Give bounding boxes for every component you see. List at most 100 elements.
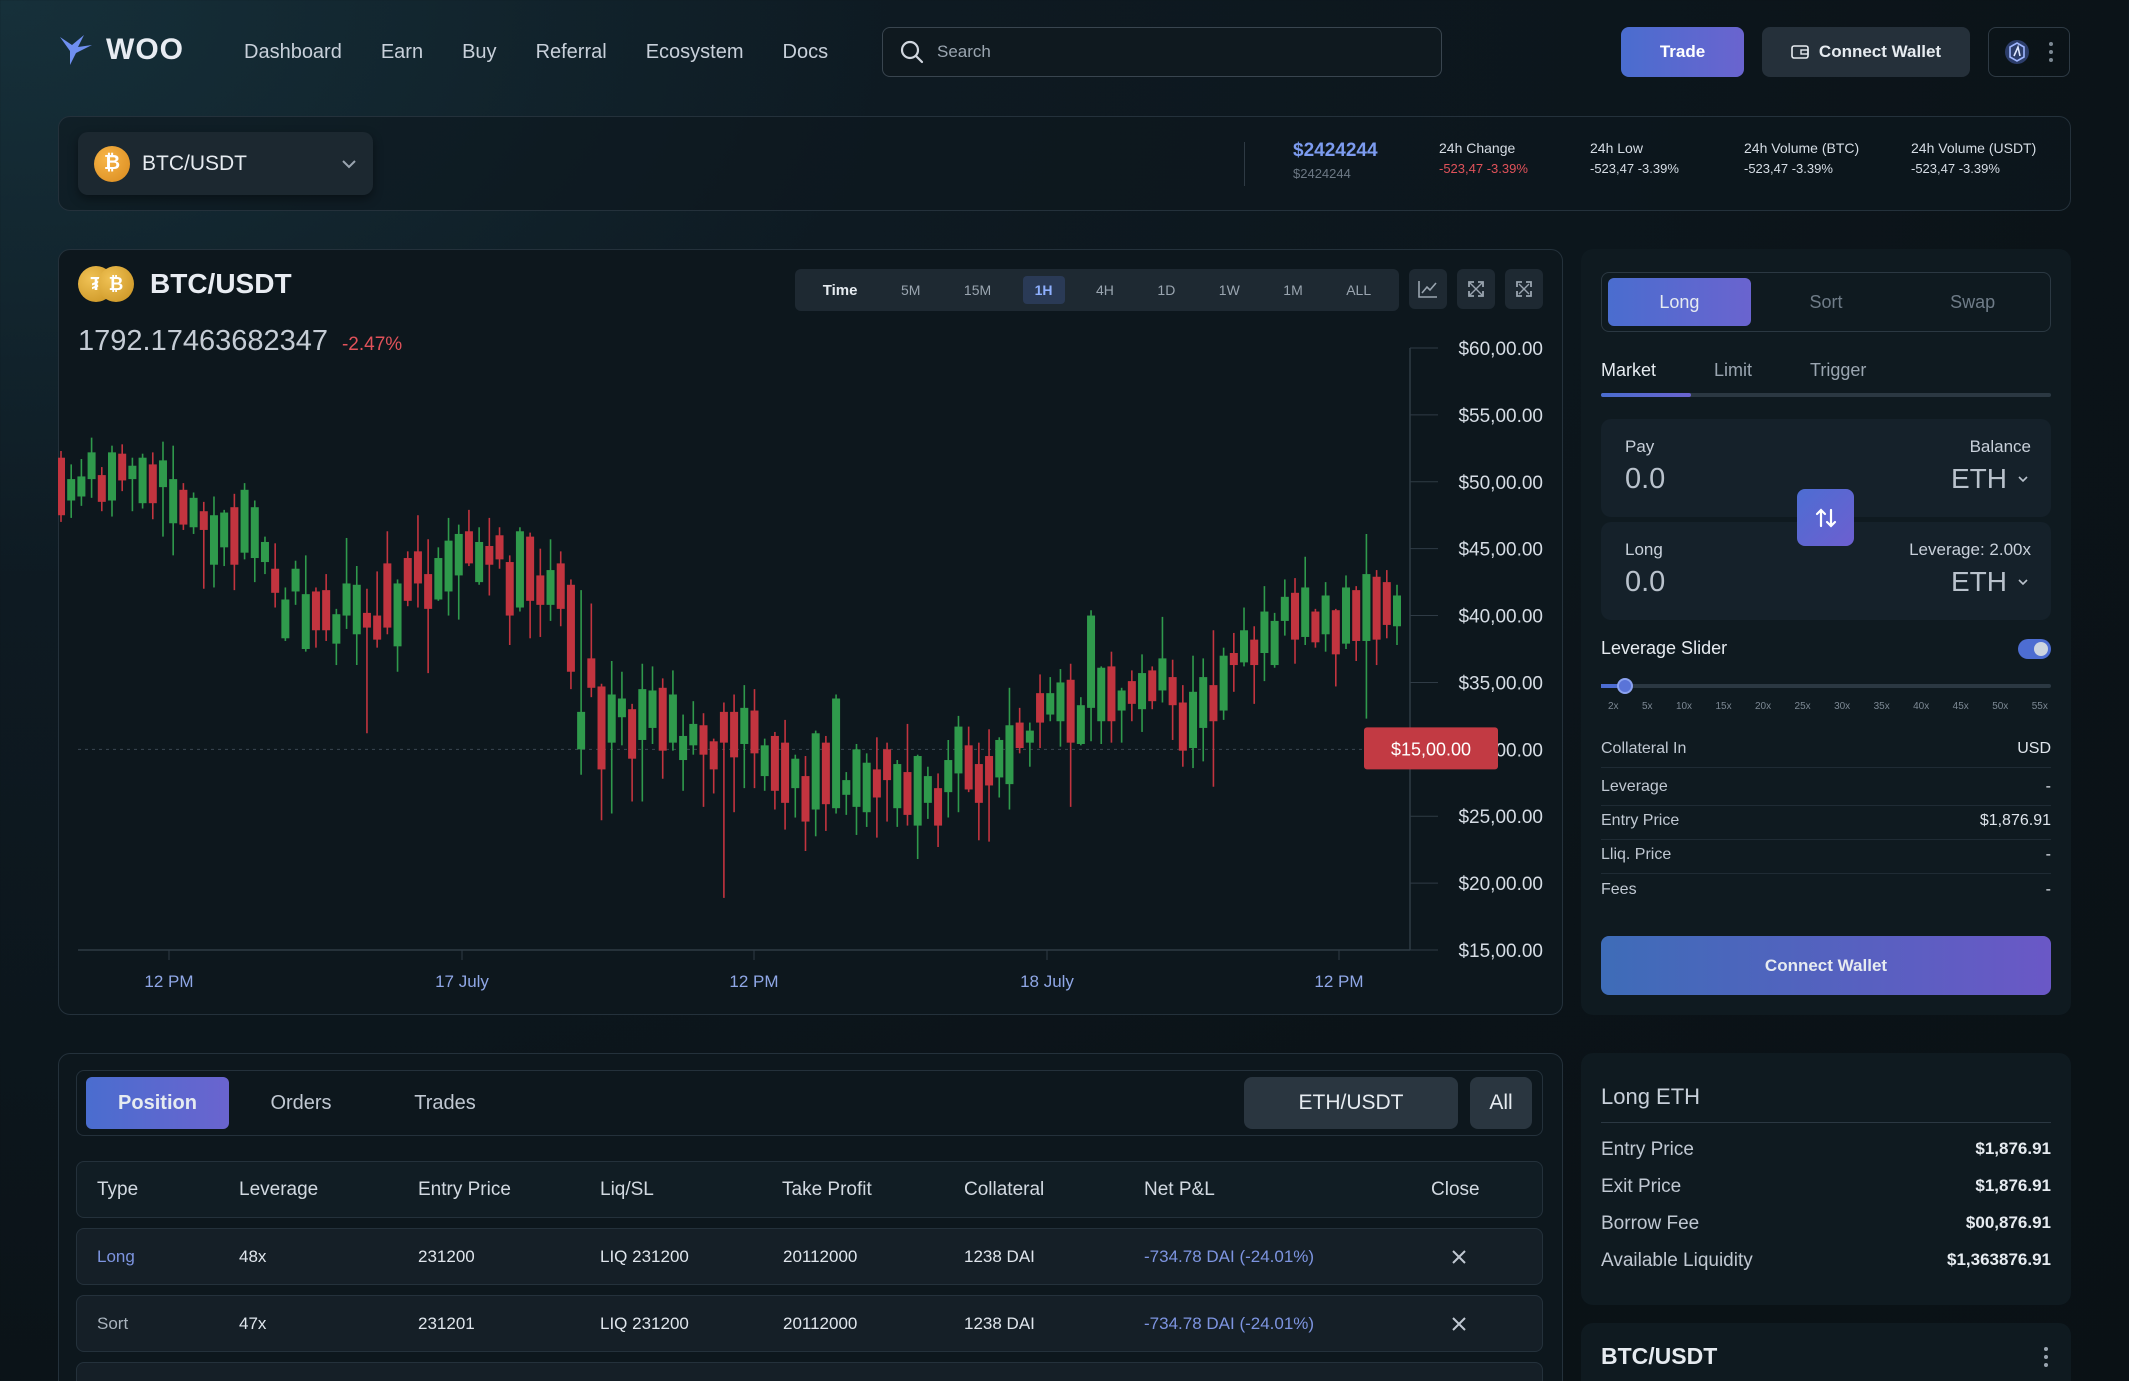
candle [1178, 685, 1187, 767]
tab-limit[interactable]: Limit [1714, 360, 1752, 381]
candle [362, 588, 371, 734]
candle [1148, 666, 1157, 710]
leverage-tick: 20x [1755, 701, 1772, 712]
nav-dashboard[interactable]: Dashboard [244, 38, 342, 66]
stat-24h-low: 24h Low -523,47 -3.39% [1590, 140, 1679, 176]
pay-amount-input[interactable]: 0.0 [1625, 463, 1665, 496]
timeframe-1h[interactable]: 1H [1022, 276, 1065, 304]
timeframe-1d[interactable]: 1D [1145, 276, 1187, 304]
info-fees: Fees - [1601, 881, 2051, 908]
chart-pair-label: BTC/USDT [150, 268, 292, 299]
timeframe-selector: Time 5M 15M 1H 4H 1D 1W 1M ALL [795, 269, 1399, 311]
connect-wallet-label: Connect Wallet [1818, 42, 1942, 61]
timeframe-1m[interactable]: 1M [1271, 276, 1314, 304]
info-leverage: Leverage - [1601, 778, 2051, 806]
tab-trades[interactable]: Trades [388, 1077, 502, 1129]
col-close: Close [1431, 1178, 1480, 1200]
candle [169, 445, 178, 556]
divider [1601, 1122, 2051, 1123]
side-swap-tab[interactable]: Swap [1901, 278, 2044, 326]
pair-selector[interactable]: ₿ BTC/USDT [78, 132, 373, 195]
leverage-slider-handle[interactable] [1617, 678, 1633, 694]
candle [648, 666, 657, 744]
chevron-down-icon [2018, 476, 2028, 483]
y-tick-label: $45,00.00 [1458, 540, 1543, 561]
candle [1199, 658, 1208, 762]
expand-button[interactable] [1457, 269, 1495, 309]
stat-label: 24h Low [1590, 140, 1643, 156]
close-position-button[interactable] [1451, 1296, 1467, 1351]
candle [67, 464, 76, 518]
info-collateral-in: Collateral In USD [1601, 740, 2051, 768]
long-amount-input[interactable]: 0.0 [1625, 566, 1665, 599]
pay-token-select[interactable]: ETH [1951, 463, 2029, 495]
trade-button[interactable]: Trade [1621, 27, 1744, 77]
candle [393, 579, 402, 672]
info-value: $1,876.91 [1979, 812, 2051, 829]
chart-type-button[interactable] [1409, 269, 1447, 309]
app-name: WOO [106, 33, 184, 66]
nav-referral[interactable]: Referral [536, 38, 607, 66]
leverage-slider[interactable] [1601, 678, 2051, 694]
nav-buy[interactable]: Buy [462, 38, 496, 66]
long-eth-key: Borrow Fee [1601, 1213, 1700, 1234]
network-icon[interactable] [2004, 39, 2030, 65]
nav-earn[interactable]: Earn [381, 38, 423, 66]
candle [413, 515, 422, 608]
candle [373, 571, 382, 648]
candle [1219, 647, 1228, 720]
side-selector: Long Sort Swap [1601, 272, 2051, 332]
candle [515, 527, 524, 612]
leverage-tick: 50x [1992, 701, 2009, 712]
tab-market[interactable]: Market [1601, 360, 1656, 381]
candle [505, 555, 514, 645]
row-type: Sort [97, 1313, 129, 1333]
connect-wallet-button[interactable]: Connect Wallet [1762, 27, 1970, 77]
timeframe-time[interactable]: Time [811, 276, 870, 305]
account-menu [1988, 27, 2070, 77]
side-sort-tab[interactable]: Sort [1755, 278, 1898, 326]
tab-position[interactable]: Position [86, 1077, 229, 1129]
long-eth-title: Long ETH [1601, 1084, 1701, 1109]
search-input[interactable] [937, 42, 1417, 62]
chevron-down-icon [342, 159, 356, 168]
candlestick-chart[interactable]: $60,00.00 $55,00.00 $50,00.00 $45,00.00 $40,… [58, 320, 1563, 1010]
close-position-button[interactable] [1451, 1229, 1467, 1284]
timeframe-15m[interactable]: 15M [952, 276, 1003, 304]
col-leverage: Leverage [239, 1178, 319, 1200]
more-vertical-icon[interactable] [2048, 40, 2054, 64]
fullscreen-button[interactable] [1505, 269, 1543, 309]
timeframe-1w[interactable]: 1W [1207, 276, 1252, 304]
pay-token-label: ETH [1951, 463, 2007, 494]
timeframe-5m[interactable]: 5M [889, 276, 932, 304]
woo-logo[interactable]: WOO [58, 30, 184, 70]
order-connect-wallet-button[interactable]: Connect Wallet [1601, 936, 2051, 995]
candle [832, 694, 841, 814]
nav-docs[interactable]: Docs [783, 38, 829, 66]
candle [291, 560, 300, 605]
candle [1138, 654, 1147, 732]
more-vertical-icon[interactable] [2043, 1345, 2049, 1369]
all-filter-button[interactable]: All [1470, 1077, 1532, 1129]
candle [1097, 666, 1106, 744]
timeframe-all[interactable]: ALL [1334, 276, 1383, 304]
pair-filter-button[interactable]: ETH/USDT [1244, 1077, 1458, 1129]
long-eth-key: Available Liquidity [1601, 1250, 1753, 1271]
side-long-tab[interactable]: Long [1608, 278, 1751, 326]
candle [760, 738, 769, 791]
candle [770, 731, 779, 810]
long-token-select[interactable]: ETH [1951, 566, 2029, 598]
timeframe-4h[interactable]: 4H [1084, 276, 1126, 304]
tab-orders[interactable]: Orders [244, 1077, 358, 1129]
nav-ecosystem[interactable]: Ecosystem [646, 38, 744, 66]
swap-direction-button[interactable] [1797, 489, 1854, 546]
fullscreen-icon [1516, 281, 1532, 297]
leverage-tick: 30x [1834, 701, 1851, 712]
candle [883, 742, 892, 822]
candle [332, 608, 341, 666]
row-tp: 20112000 [783, 1246, 858, 1266]
row-type: Long [97, 1246, 135, 1266]
leverage-toggle[interactable] [2018, 638, 2051, 659]
tab-trigger[interactable]: Trigger [1810, 360, 1866, 381]
candle [454, 524, 463, 620]
